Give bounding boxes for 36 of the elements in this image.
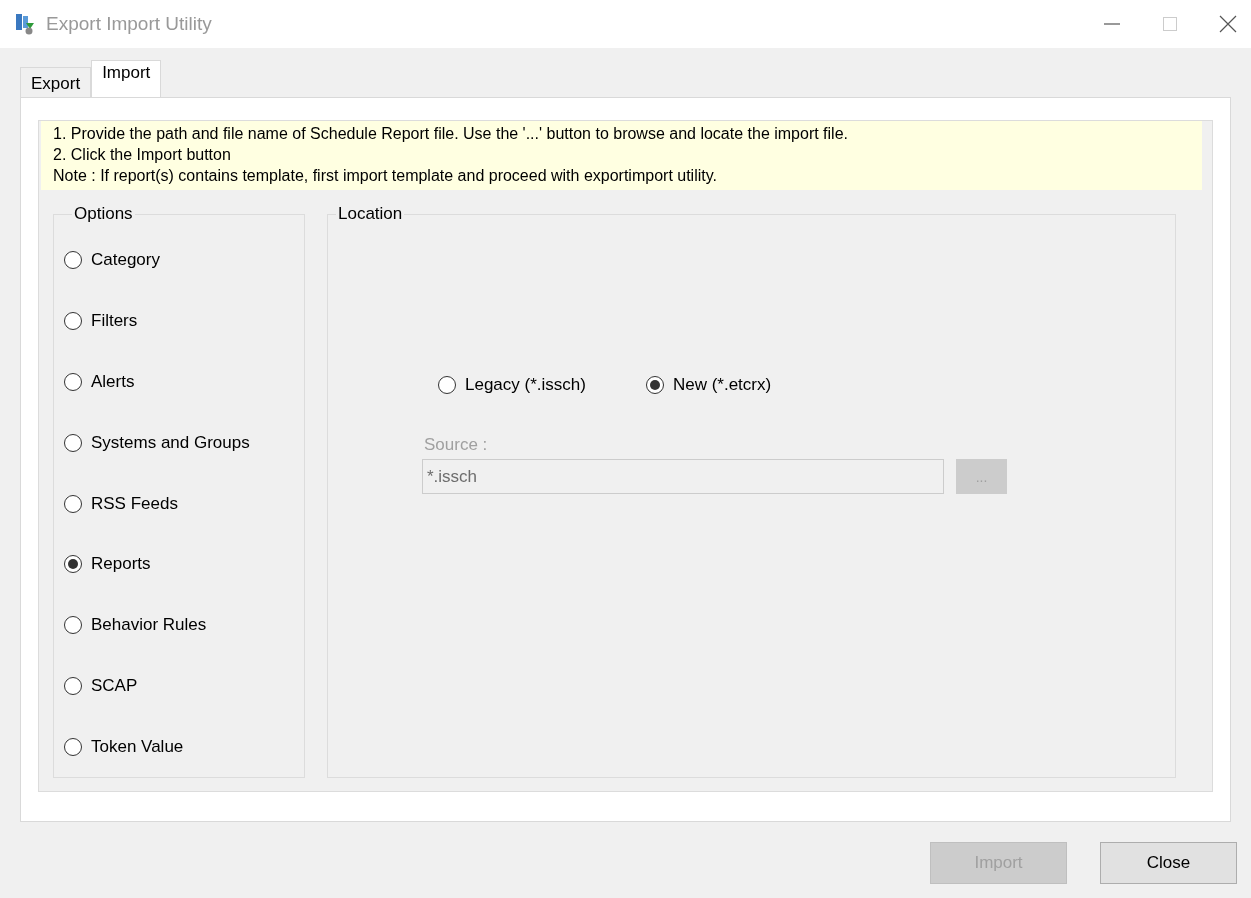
tab[interactable]: Import <box>91 60 162 97</box>
group-title: Location <box>337 204 404 224</box>
window-title: Export Import Utility <box>46 13 213 35</box>
tab[interactable]: Export <box>20 67 92 97</box>
option-label[interactable]: Systems and Groups <box>91 432 250 453</box>
minimize-icon <box>1104 23 1120 25</box>
radio-button[interactable] <box>438 375 456 394</box>
radio-button[interactable] <box>64 373 82 391</box>
option-label[interactable]: Behavior Rules <box>91 615 207 636</box>
radio-button[interactable] <box>64 251 82 270</box>
app-icon <box>14 13 36 35</box>
instruction-text: Note : If report(s) contains template, first import template and proceed with exportimport utility. <box>53 166 718 186</box>
source-label: Source : <box>424 435 488 455</box>
radio-button[interactable] <box>64 676 82 695</box>
option-label[interactable]: Alerts <box>91 372 135 392</box>
option-label[interactable]: Category <box>91 250 160 271</box>
instruction-text: 1. Provide the path and file name of Schedule Report file. Use the '...' button to browse and locate the import file. <box>53 124 849 144</box>
radio-button[interactable] <box>64 555 82 574</box>
option-label[interactable]: Token Value <box>91 736 184 757</box>
format-label[interactable]: Legacy (*.issch) <box>465 374 586 395</box>
maximize-icon <box>1160 14 1180 34</box>
close-icon <box>1218 14 1238 34</box>
radio-button[interactable] <box>64 737 82 756</box>
option-label[interactable]: Filters <box>91 311 138 332</box>
option-label[interactable]: RSS Feeds <box>91 493 178 514</box>
group-title: Options <box>73 204 134 224</box>
format-label[interactable]: New (*.etcrx) <box>672 374 772 395</box>
radio-button[interactable] <box>645 375 664 394</box>
radio-button[interactable] <box>64 494 82 513</box>
instruction-text: 2. Click the Import button <box>53 145 232 165</box>
option-label[interactable]: Reports <box>91 554 151 575</box>
radio-button[interactable] <box>64 616 82 635</box>
dialog-button[interactable]: Close <box>1100 842 1237 884</box>
radio-button[interactable] <box>64 433 82 452</box>
option-label[interactable]: SCAP <box>91 675 138 696</box>
radio-button[interactable] <box>64 312 82 331</box>
